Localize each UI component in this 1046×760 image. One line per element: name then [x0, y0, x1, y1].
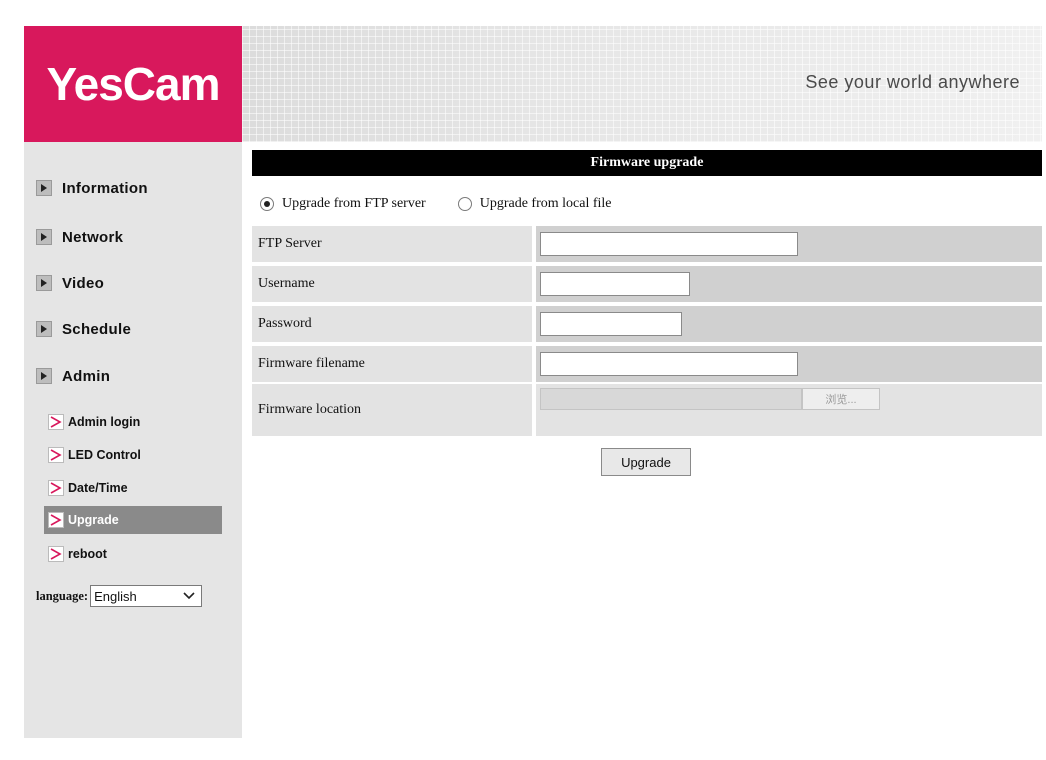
- page-title: Firmware upgrade: [252, 150, 1042, 176]
- password-input[interactable]: [540, 312, 682, 336]
- sidebar-item-label: Schedule: [62, 320, 132, 338]
- sidebar-item-video[interactable]: Video: [36, 271, 104, 295]
- chevron-right-icon: [48, 512, 64, 528]
- chevron-right-icon: [48, 447, 64, 463]
- firmware-file-path-input[interactable]: [540, 388, 802, 410]
- triangle-right-icon: [36, 229, 52, 245]
- language-row: language: English: [36, 585, 203, 607]
- sidebar: Information Network Video Schedule Admin…: [24, 142, 242, 738]
- firmware-location-cell: 浏览...: [536, 384, 1042, 436]
- upgrade-button[interactable]: Upgrade: [601, 448, 691, 476]
- language-select[interactable]: English: [90, 585, 203, 607]
- firmware-location-row: Firmware location 浏览...: [252, 384, 1042, 436]
- radio-label: Upgrade from local file: [479, 196, 612, 211]
- triangle-right-icon: [36, 180, 52, 196]
- sidebar-subitem-led-control[interactable]: LED Control: [44, 441, 222, 469]
- sidebar-item-admin[interactable]: Admin: [36, 364, 110, 388]
- sidebar-subitem-label: reboot: [68, 547, 107, 561]
- firmware-filename-label: Firmware filename: [252, 346, 532, 382]
- sidebar-subitem-label: Date/Time: [68, 481, 128, 495]
- ftp-server-row: FTP Server: [252, 226, 1042, 264]
- sidebar-subitem-date-time[interactable]: Date/Time: [44, 474, 222, 502]
- triangle-right-icon: [36, 275, 52, 291]
- password-label: Password: [252, 306, 532, 342]
- password-cell: [536, 306, 1042, 342]
- triangle-right-icon: [36, 368, 52, 384]
- header-banner: See your world anywhere: [242, 26, 1042, 142]
- upgrade-source-radio-group: Upgrade from FTP server Upgrade from loc…: [252, 186, 1042, 222]
- sidebar-subitem-label: Admin login: [68, 415, 141, 429]
- sidebar-item-network[interactable]: Network: [36, 225, 123, 249]
- yescam-logo: YesCam: [24, 26, 242, 142]
- sidebar-item-label: Video: [62, 274, 105, 292]
- browse-button[interactable]: 浏览...: [802, 388, 880, 410]
- app-window: YesCam See your world anywhere Informati…: [0, 0, 1046, 760]
- triangle-right-icon: [36, 321, 52, 337]
- firmware-filename-row: Firmware filename: [252, 346, 1042, 384]
- radio-button[interactable]: [260, 197, 274, 211]
- sidebar-item-information[interactable]: Information: [36, 176, 148, 200]
- sidebar-subitem-label: LED Control: [68, 448, 141, 462]
- ftp-server-cell: [536, 226, 1042, 262]
- sidebar-item-label: Network: [62, 228, 124, 246]
- chevron-down-icon: [183, 592, 195, 600]
- sidebar-item-label: Admin: [62, 367, 111, 385]
- logo-text: YesCam: [46, 58, 220, 110]
- firmware-filename-input[interactable]: [540, 352, 798, 376]
- firmware-filename-cell: [536, 346, 1042, 382]
- password-row: Password: [252, 306, 1042, 344]
- firmware-location-label: Firmware location: [252, 384, 532, 436]
- sidebar-item-schedule[interactable]: Schedule: [36, 317, 131, 341]
- sidebar-item-label: Information: [62, 179, 148, 197]
- chevron-right-icon: [48, 480, 64, 496]
- sidebar-subitem-label: Upgrade: [68, 513, 119, 527]
- language-label: language:: [36, 588, 89, 603]
- ftp-server-input[interactable]: [540, 232, 798, 256]
- chevron-right-icon: [48, 414, 64, 430]
- username-label: Username: [252, 266, 532, 302]
- username-input[interactable]: [540, 272, 690, 296]
- radio-label: Upgrade from FTP server: [282, 196, 426, 211]
- ftp-server-label: FTP Server: [252, 226, 532, 262]
- language-select-value: English: [94, 588, 137, 604]
- tagline: See your world anywhere: [805, 72, 1020, 92]
- radio-button[interactable]: [457, 197, 472, 211]
- radio-ftp-server[interactable]: Upgrade from FTP server: [260, 196, 426, 212]
- chevron-right-icon: [48, 546, 64, 562]
- username-cell: [536, 266, 1042, 302]
- sidebar-subitem-upgrade[interactable]: Upgrade: [44, 506, 222, 534]
- sidebar-subitem-reboot[interactable]: reboot: [44, 540, 222, 568]
- radio-local-file[interactable]: Upgrade from local file: [457, 196, 612, 212]
- username-row: Username: [252, 266, 1042, 304]
- sidebar-subitem-admin-login[interactable]: Admin login: [44, 408, 222, 436]
